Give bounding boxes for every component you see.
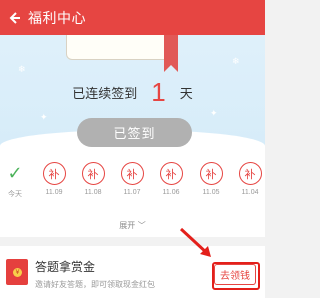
streak-suffix: 天 bbox=[179, 86, 193, 102]
signed-in-button[interactable]: 已签到 bbox=[77, 118, 192, 147]
app-header: 福利中心 bbox=[0, 0, 265, 35]
makeup-checkin-button[interactable]: 补 bbox=[238, 162, 262, 185]
day-label: 11.08 bbox=[84, 189, 102, 196]
makeup-checkin-button[interactable]: 补 bbox=[120, 162, 144, 185]
snowflake-icon: ❄ bbox=[232, 57, 240, 67]
annotation-arrow-icon bbox=[179, 227, 211, 257]
task-row: ￥ 答题拿赏金 邀请好友答题，即可领取现金红包 去领钱 bbox=[0, 246, 265, 298]
checkmark-icon: ✓ bbox=[7, 163, 23, 184]
checkin-calendar: ✓ 今天 补 11.09 补 11.08 补 11.07 补 11.06 补 1… bbox=[0, 150, 265, 237]
task-title: 答题拿赏金 bbox=[35, 260, 96, 274]
makeup-checkin-button[interactable]: 补 bbox=[159, 162, 183, 185]
streak-prefix: 已连续签到 bbox=[72, 86, 138, 102]
task-description: 邀请好友答题，即可领取现金红包 bbox=[35, 280, 155, 289]
snowflake-icon: ✦ bbox=[210, 109, 218, 119]
back-arrow-icon[interactable] bbox=[0, 0, 28, 35]
bookmark-ribbon-icon bbox=[164, 35, 178, 72]
page-title: 福利中心 bbox=[28, 10, 86, 27]
makeup-checkin-button[interactable]: 补 bbox=[81, 162, 105, 185]
expand-calendar-button[interactable]: 展开 ﹀ bbox=[0, 220, 265, 231]
snowflake-icon: ❄ bbox=[18, 65, 26, 75]
calendar-day[interactable]: 补 11.05 bbox=[196, 162, 226, 196]
coin-icon: ￥ bbox=[13, 268, 22, 277]
day-label: 今天 bbox=[8, 191, 22, 198]
red-envelope-icon: ￥ bbox=[6, 259, 28, 285]
day-label: 11.09 bbox=[45, 189, 63, 196]
day-label: 11.07 bbox=[123, 189, 141, 196]
makeup-checkin-button[interactable]: 补 bbox=[42, 162, 66, 185]
streak-text: 已连续签到 1 天 bbox=[0, 76, 265, 107]
banner-paper-decoration bbox=[66, 35, 178, 60]
day-label: 11.05 bbox=[202, 189, 220, 196]
calendar-day[interactable]: 补 11.04 bbox=[235, 162, 265, 196]
calendar-day-today: ✓ 今天 bbox=[0, 162, 30, 199]
calendar-day[interactable]: 补 11.06 bbox=[156, 162, 186, 196]
calendar-day[interactable]: 补 11.08 bbox=[78, 162, 108, 196]
day-label: 11.04 bbox=[241, 189, 259, 196]
streak-days-count: 1 bbox=[151, 76, 166, 107]
calendar-day[interactable]: 补 11.07 bbox=[117, 162, 147, 196]
calendar-day[interactable]: 补 11.09 bbox=[39, 162, 69, 196]
claim-money-button[interactable]: 去领钱 bbox=[214, 264, 256, 285]
makeup-checkin-button[interactable]: 补 bbox=[199, 162, 223, 185]
snowflake-icon: ✦ bbox=[40, 113, 48, 123]
day-label: 11.06 bbox=[162, 189, 180, 196]
